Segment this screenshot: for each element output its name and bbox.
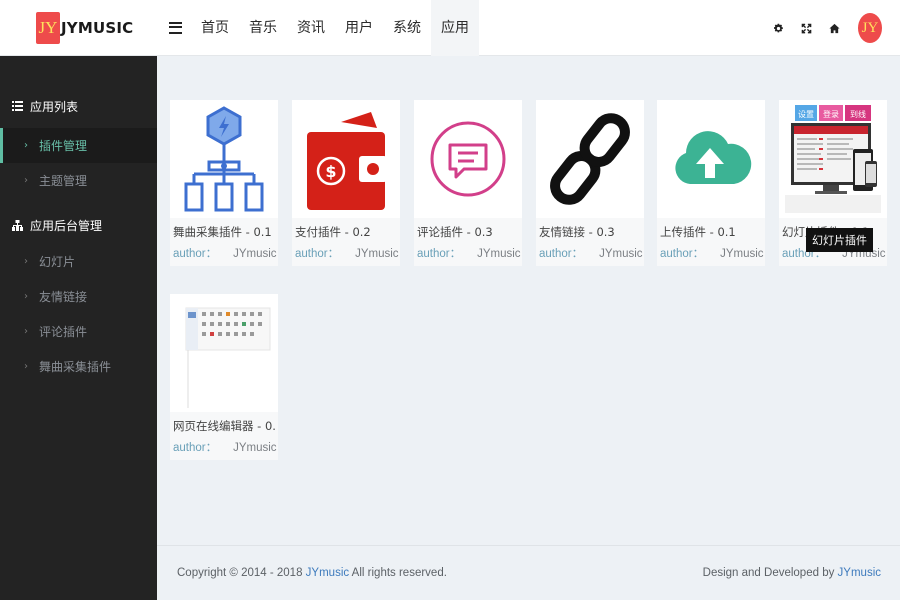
chevron-right-icon: › xyxy=(24,326,28,337)
top-header: JY JYMUSIC 首页 音乐 资讯 用户 系统 应用 JY xyxy=(0,0,900,56)
nav-item-system[interactable]: 系统 xyxy=(383,0,431,56)
link-icon xyxy=(536,100,644,218)
logo-badge: JY xyxy=(36,11,60,44)
sidebar-item-themes[interactable]: › 主题管理 xyxy=(0,163,157,198)
plugin-card[interactable]: $ 支付插件 - 0.2 author： JYmusic xyxy=(292,100,400,266)
plugin-card[interactable]: 评论插件 - 0.3 author： JYmusic xyxy=(414,100,522,266)
top-nav: 首页 音乐 资讯 用户 系统 应用 xyxy=(191,0,479,56)
sidebar-item-label: 舞曲采集插件 xyxy=(39,360,112,374)
plugin-card-info: 支付插件 - 0.2 author： JYmusic xyxy=(292,218,400,266)
plugin-card-info: 网页在线编辑器 - 0.1 author： JYmusic xyxy=(170,412,278,460)
plugin-card[interactable]: 舞曲采集插件 - 0.1 author： JYmusic xyxy=(170,100,278,266)
plugin-title[interactable]: 舞曲采集插件 - 0.1 xyxy=(173,224,276,240)
fullscreen-icon[interactable] xyxy=(792,14,820,42)
sitemap-icon xyxy=(11,219,23,231)
footer: Copyright © 2014 - 2018 JYmusic All righ… xyxy=(157,545,900,600)
copyright-text: Copyright © 2014 - 2018 JYmusic All righ… xyxy=(177,567,447,579)
svg-text:登录: 登录 xyxy=(823,109,839,119)
plugin-grid: 舞曲采集插件 - 0.1 author： JYmusic $ 支付插件 - 0.2… xyxy=(157,56,900,545)
sidebar-item-comments[interactable]: › 评论插件 xyxy=(0,314,157,349)
header-actions: JY xyxy=(764,0,882,56)
plugin-card-info: 评论插件 - 0.3 author： JYmusic xyxy=(414,218,522,266)
svg-text:$: $ xyxy=(325,162,336,181)
sidebar-item-label: 幻灯片 xyxy=(39,255,76,269)
home-icon[interactable] xyxy=(820,14,848,42)
sidebar-item-friend-links[interactable]: › 友情链接 xyxy=(0,279,157,314)
gear-icon[interactable] xyxy=(764,14,792,42)
plugin-author: author： JYmusic xyxy=(660,248,764,260)
plugin-card-info: 上传插件 - 0.1 author： JYmusic xyxy=(657,218,765,266)
chevron-right-icon: › xyxy=(24,361,28,372)
copyright-brand-link[interactable]: JYmusic xyxy=(306,567,349,579)
nav-item-users[interactable]: 用户 xyxy=(335,0,383,56)
sidebar-group-label: 应用列表 xyxy=(30,99,79,114)
nav-item-news[interactable]: 资讯 xyxy=(287,0,335,56)
tooltip: 幻灯片插件 xyxy=(806,228,873,252)
chevron-right-icon: › xyxy=(24,140,28,151)
sidebar-item-label: 友情链接 xyxy=(39,290,88,304)
plugin-author: author： JYmusic xyxy=(295,248,399,260)
sidebar-group-label: 应用后台管理 xyxy=(30,218,103,233)
chevron-right-icon: › xyxy=(24,175,28,186)
cloud-upload-icon xyxy=(657,100,765,218)
chevron-right-icon: › xyxy=(24,256,28,267)
wallet-icon: $ xyxy=(292,100,400,218)
flowchart-icon xyxy=(170,100,278,218)
plugin-title[interactable]: 友情链接 - 0.3 xyxy=(539,224,642,240)
sidebar-group-app-list[interactable]: 应用列表 xyxy=(0,93,157,119)
sidebar-item-label: 主题管理 xyxy=(39,174,88,188)
design-credit: Design and Developed by JYmusic xyxy=(702,567,881,579)
avatar[interactable]: JY xyxy=(858,13,882,43)
plugin-card[interactable]: 友情链接 - 0.3 author： JYmusic xyxy=(536,100,644,266)
plugin-card-info: 舞曲采集插件 - 0.1 author： JYmusic xyxy=(170,218,278,266)
chevron-right-icon: › xyxy=(24,291,28,302)
plugin-author: author： JYmusic xyxy=(539,248,643,260)
plugin-title[interactable]: 网页在线编辑器 - 0.1 xyxy=(173,418,276,434)
plugin-author: author： JYmusic xyxy=(173,248,277,260)
plugin-title[interactable]: 上传插件 - 0.1 xyxy=(660,224,763,240)
design-brand-link[interactable]: JYmusic xyxy=(838,567,881,579)
plugin-title[interactable]: 评论插件 - 0.3 xyxy=(417,224,520,240)
sidebar-item-label: 插件管理 xyxy=(39,139,88,153)
list-icon xyxy=(11,100,23,112)
plugin-card[interactable]: 上传插件 - 0.1 author： JYmusic xyxy=(657,100,765,266)
nav-item-music[interactable]: 音乐 xyxy=(239,0,287,56)
comment-icon xyxy=(414,100,522,218)
logo-text: JYMUSIC xyxy=(61,18,134,37)
editor-preview xyxy=(170,294,278,412)
nav-item-home[interactable]: 首页 xyxy=(191,0,239,56)
plugin-author: author： JYmusic xyxy=(173,442,277,454)
plugin-title[interactable]: 支付插件 - 0.2 xyxy=(295,224,398,240)
plugin-author: author： JYmusic xyxy=(417,248,521,260)
nav-item-apps[interactable]: 应用 xyxy=(431,0,479,56)
sidebar-item-plugins[interactable]: › 插件管理 xyxy=(0,128,157,163)
sidebar-item-slideshow[interactable]: › 幻灯片 xyxy=(0,244,157,279)
sidebar-item-label: 评论插件 xyxy=(39,325,88,339)
sidebar-item-music-collector[interactable]: › 舞曲采集插件 xyxy=(0,349,157,384)
slideshow-preview: 设置 登录 到线 xyxy=(779,100,887,218)
sidebar: 应用列表 › 插件管理 › 主题管理 应用后台管理 › 幻灯片 › 友情链接 ›… xyxy=(0,56,157,600)
plugin-card-info: 友情链接 - 0.3 author： JYmusic xyxy=(536,218,644,266)
plugin-card[interactable]: 网页在线编辑器 - 0.1 author： JYmusic xyxy=(170,294,278,460)
svg-text:到线: 到线 xyxy=(850,109,866,119)
svg-text:设置: 设置 xyxy=(798,109,814,119)
logo[interactable]: JY JYMUSIC xyxy=(0,0,157,56)
menu-toggle-icon[interactable] xyxy=(165,0,185,56)
sidebar-group-app-admin[interactable]: 应用后台管理 xyxy=(0,212,157,238)
